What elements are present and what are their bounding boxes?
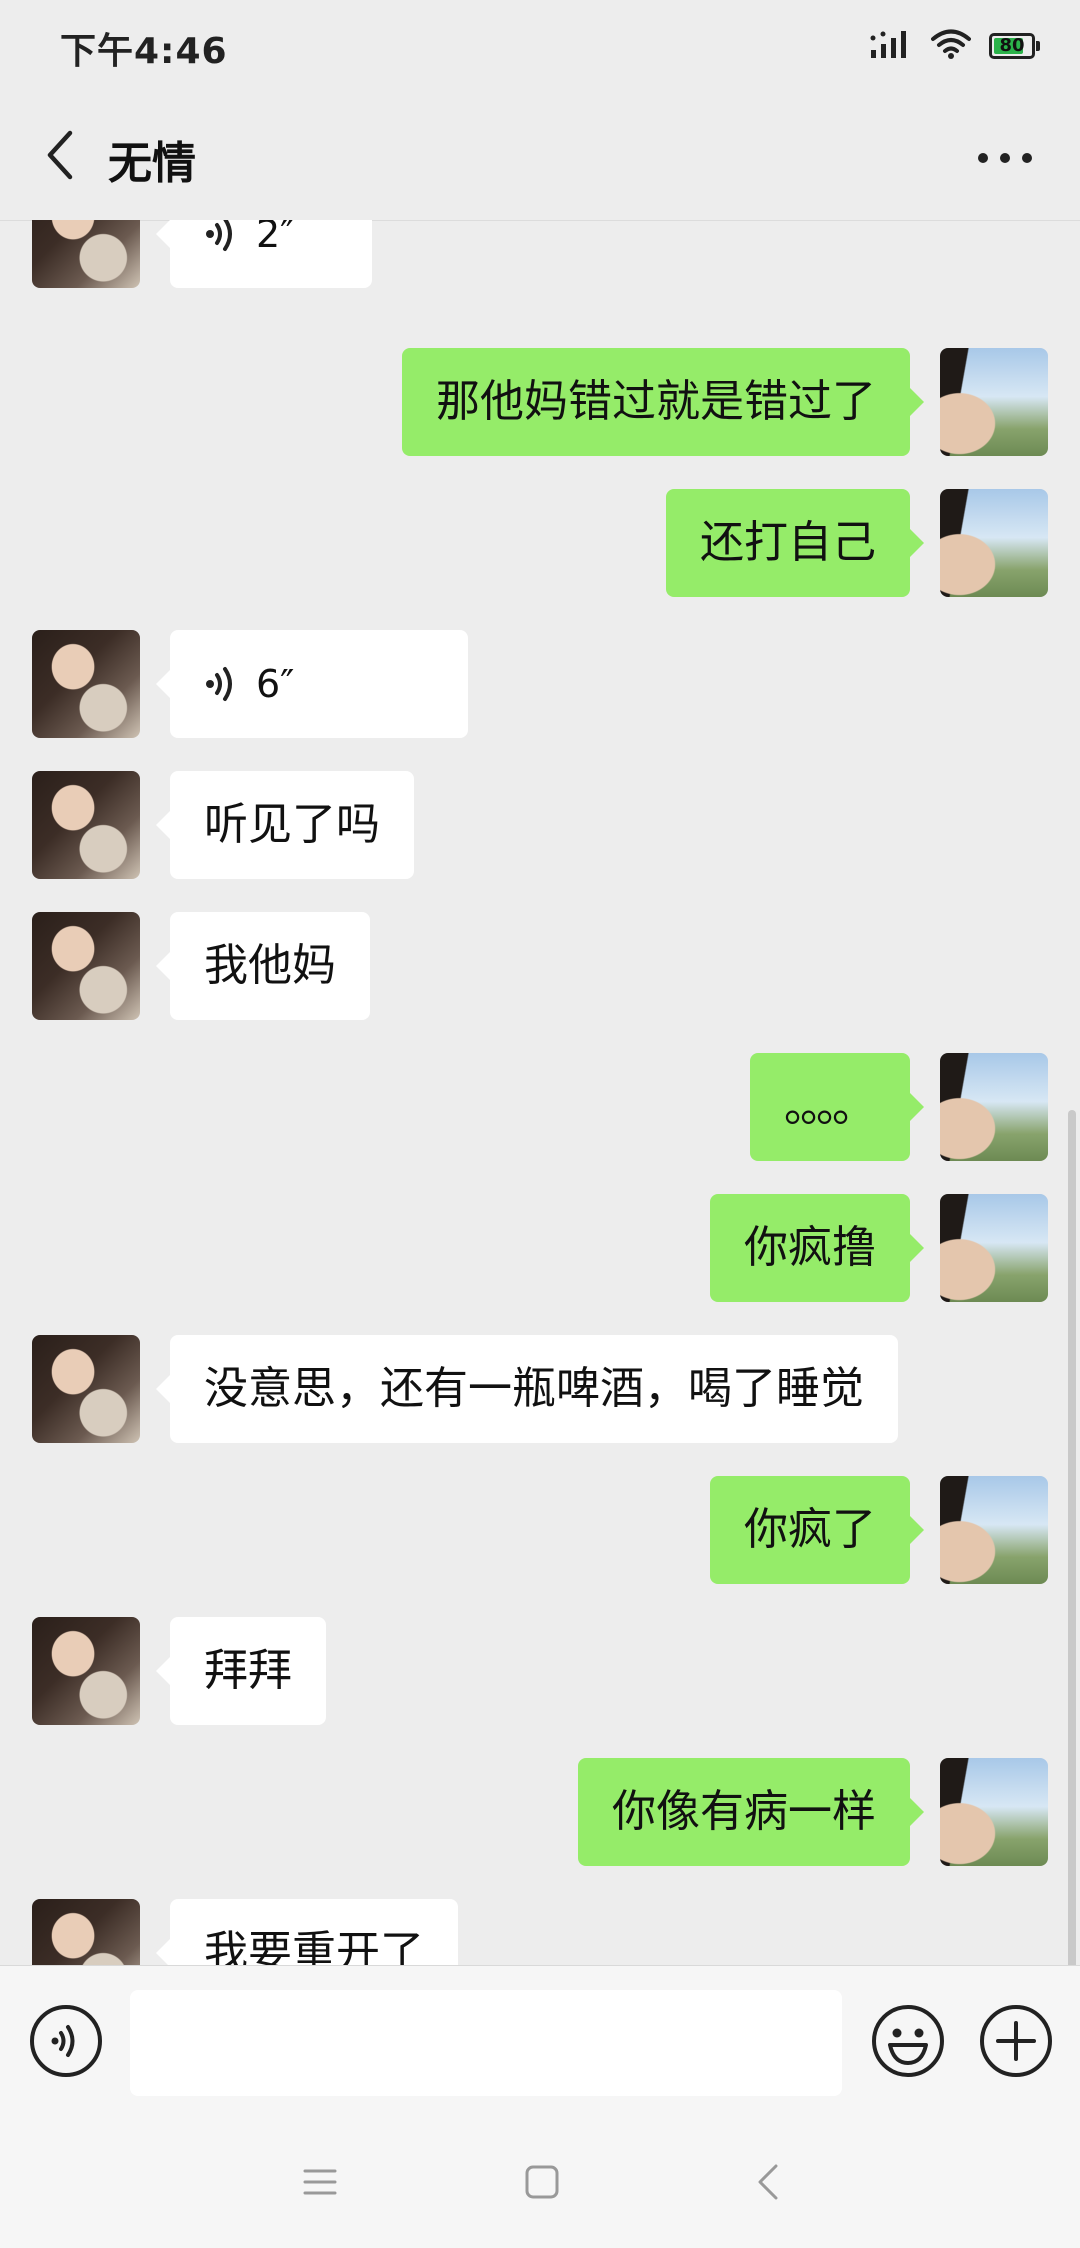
voice-duration: 6″ xyxy=(256,662,295,706)
message-received: 听见了吗 xyxy=(0,771,1080,879)
my-avatar[interactable] xyxy=(940,348,1048,456)
nav-home-button[interactable] xyxy=(512,2156,572,2212)
nav-back-button[interactable] xyxy=(738,2156,798,2212)
voice-message-bubble[interactable]: 6″ xyxy=(156,630,468,738)
plus-circle-icon xyxy=(978,2005,1054,2083)
wifi-icon xyxy=(931,28,971,64)
message-sent: 那他妈错过就是错过了 xyxy=(0,348,1080,456)
message-list-scrollbar[interactable] xyxy=(1068,1110,1076,1965)
more-options-button[interactable] xyxy=(970,133,1040,183)
message-received: 6″ xyxy=(0,630,1080,738)
chevron-left-icon xyxy=(42,129,78,185)
voice-input-icon xyxy=(28,2005,104,2083)
chat-header: 无情 xyxy=(0,95,1080,221)
input-bar xyxy=(0,1965,1080,2119)
more-functions-button[interactable] xyxy=(978,2003,1054,2079)
my-avatar[interactable] xyxy=(940,489,1048,597)
text-message-bubble[interactable]: 我要重开了 xyxy=(156,1899,458,1965)
message-received: 没意思，还有一瓶啤酒，喝了睡觉 xyxy=(0,1335,1080,1443)
status-bar: 下午4:46 80 xyxy=(0,0,1080,95)
home-square-icon xyxy=(524,2164,560,2204)
system-nav-bar xyxy=(0,2118,1080,2248)
emoji-icon xyxy=(870,2005,946,2083)
ellipsis-icon xyxy=(977,149,1033,168)
text-message-bubble[interactable]: 。。。。 xyxy=(750,1053,924,1161)
status-icons: 80 xyxy=(869,28,1040,64)
text-message-bubble[interactable]: 还打自己 xyxy=(666,489,924,597)
message-sent: 还打自己 xyxy=(0,489,1080,597)
text-message-bubble[interactable]: 你疯了 xyxy=(710,1476,924,1584)
battery-body: 80 xyxy=(989,33,1035,59)
message-received: 我要重开了 xyxy=(0,1899,1080,1965)
my-avatar[interactable] xyxy=(940,1194,1048,1302)
message-sent: 你像有病一样 xyxy=(0,1758,1080,1866)
my-avatar[interactable] xyxy=(940,1476,1048,1584)
battery-cap xyxy=(1036,41,1040,51)
nav-menu-button[interactable] xyxy=(290,2156,350,2212)
chat-title: 无情 xyxy=(108,138,196,189)
voice-message-bubble[interactable]: 2″ xyxy=(156,220,372,288)
voice-wave-icon xyxy=(204,220,238,254)
voice-wave-icon xyxy=(204,664,238,704)
status-time: 下午4:46 xyxy=(60,31,228,72)
voice-input-button[interactable] xyxy=(28,2003,104,2079)
message-list[interactable]: 2″ 那他妈错过就是错过了 还打自己 6″ 听见了吗 我他妈 。。。。 你疯撸 … xyxy=(0,220,1080,1965)
message-input[interactable] xyxy=(130,1990,842,2096)
text-message-bubble[interactable]: 你疯撸 xyxy=(710,1194,924,1302)
text-message-bubble[interactable]: 我他妈 xyxy=(156,912,370,1020)
emoji-button[interactable] xyxy=(870,2003,946,2079)
contact-avatar[interactable] xyxy=(32,220,140,288)
signal-icon xyxy=(869,28,913,64)
battery-icon: 80 xyxy=(989,33,1040,59)
message-received: 我他妈 xyxy=(0,912,1080,1020)
my-avatar[interactable] xyxy=(940,1758,1048,1866)
text-message-bubble[interactable]: 那他妈错过就是错过了 xyxy=(402,348,924,456)
contact-avatar[interactable] xyxy=(32,912,140,1020)
contact-avatar[interactable] xyxy=(32,771,140,879)
text-message-bubble[interactable]: 没意思，还有一瓶啤酒，喝了睡觉 xyxy=(156,1335,898,1443)
contact-avatar[interactable] xyxy=(32,630,140,738)
text-message-bubble[interactable]: 你像有病一样 xyxy=(578,1758,924,1866)
chevron-left-icon xyxy=(756,2162,780,2206)
menu-icon xyxy=(302,2166,338,2202)
message-sent: 。。。。 xyxy=(0,1053,1080,1161)
back-button[interactable] xyxy=(30,125,90,189)
message-received: 拜拜 xyxy=(0,1617,1080,1725)
contact-avatar[interactable] xyxy=(32,1335,140,1443)
message-sent: 你疯了 xyxy=(0,1476,1080,1584)
my-avatar[interactable] xyxy=(940,1053,1048,1161)
contact-avatar[interactable] xyxy=(32,1617,140,1725)
voice-duration: 2″ xyxy=(256,220,295,256)
text-message-bubble[interactable]: 听见了吗 xyxy=(156,771,414,879)
message-received: 2″ xyxy=(0,220,1080,288)
chat-screen: 下午4:46 80 无情 2″ 那他妈错过就是错过了 还打自己 6″ 听见了吗 … xyxy=(0,0,1080,2248)
text-message-bubble[interactable]: 拜拜 xyxy=(156,1617,326,1725)
message-sent: 你疯撸 xyxy=(0,1194,1080,1302)
contact-avatar[interactable] xyxy=(32,1899,140,1965)
battery-level: 80 xyxy=(999,35,1025,56)
